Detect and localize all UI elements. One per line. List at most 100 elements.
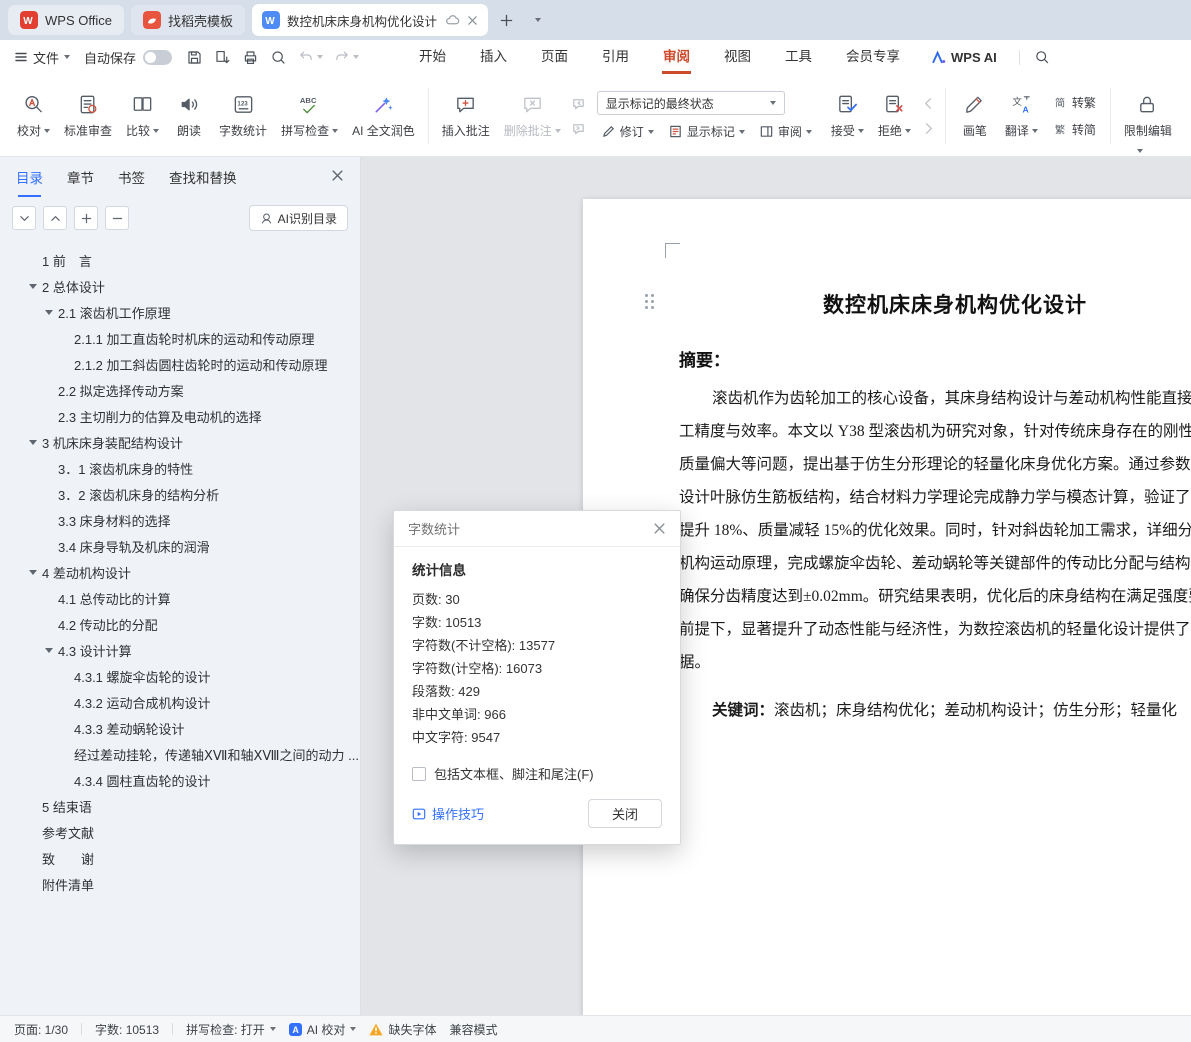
collapse-all-button[interactable] <box>43 206 67 230</box>
show-markup-button[interactable]: 显示标记 <box>664 122 749 141</box>
previous-revision-icon[interactable] <box>921 96 936 111</box>
menubar-item[interactable]: 视图 <box>707 40 768 74</box>
toc-item[interactable]: 2.1 滚齿机工作原理 <box>0 299 360 325</box>
menubar-item[interactable]: 工具 <box>768 40 829 74</box>
ai-recognize-toc-button[interactable]: AI识别目录 <box>249 205 348 231</box>
restrict-edit-button[interactable]: 限制编辑 <box>1117 80 1179 152</box>
toc-item[interactable]: 5 结束语 <box>0 793 360 819</box>
toc-item[interactable]: 4.3.4 圆柱直齿轮的设计 <box>0 767 360 793</box>
close-tab-icon[interactable] <box>467 15 478 26</box>
output-icon[interactable] <box>214 49 231 66</box>
tips-link[interactable]: 操作技巧 <box>412 804 484 823</box>
new-tab-button[interactable] <box>495 8 519 32</box>
toc-item[interactable]: 4.3.2 运动合成机构设计 <box>0 689 360 715</box>
translate-button[interactable]: 文A 翻译 <box>998 80 1045 152</box>
toc-item[interactable]: 参考文献 <box>0 819 360 845</box>
toc-item[interactable]: 2.1.1 加工直齿轮时机床的运动和传动原理 <box>0 325 360 351</box>
toc-item[interactable]: 4.3.3 差动蜗轮设计 <box>0 715 360 741</box>
spell-check-button[interactable]: ABC 拼写检查 <box>274 80 345 152</box>
word-count-button[interactable]: 123 字数统计 <box>212 80 274 152</box>
tab-docer-template[interactable]: 找稻壳模板 <box>131 5 245 35</box>
undo-control[interactable] <box>298 49 323 65</box>
menubar-item[interactable]: 引用 <box>585 40 646 74</box>
toc-item[interactable]: 2.2 拟定选择传动方案 <box>0 377 360 403</box>
missing-font-warning[interactable]: 缺失字体 <box>369 1021 436 1038</box>
toc-item[interactable]: 4.2 传动比的分配 <box>0 611 360 637</box>
close-dialog-icon[interactable] <box>653 522 666 535</box>
previous-comment-icon[interactable] <box>571 96 586 111</box>
redo-control[interactable] <box>334 49 359 65</box>
page-indicator[interactable]: 页面: 1/30 <box>14 1021 68 1038</box>
sidebar-tab-toc[interactable]: 目录 <box>16 167 43 187</box>
markup-state-select[interactable]: 显示标记的最终状态 <box>597 91 785 115</box>
menubar-item[interactable]: 开始 <box>402 40 463 74</box>
delete-comment-button[interactable]: 删除批注 <box>497 80 568 152</box>
menubar-item[interactable]: 插入 <box>463 40 524 74</box>
toc-item[interactable]: 3．2 滚齿机床身的结构分析 <box>0 481 360 507</box>
menubar-item[interactable]: 会员专享 <box>829 40 917 74</box>
proofread-button[interactable]: 校对 <box>10 80 57 152</box>
to-traditional-button[interactable]: 简 转繁 <box>1049 93 1100 112</box>
toc-item[interactable]: 4.1 总传动比的计算 <box>0 585 360 611</box>
word-count-indicator[interactable]: 字数: 10513 <box>95 1021 159 1038</box>
toc-item[interactable]: 2.3 主切削力的估算及电动机的选择 <box>0 403 360 429</box>
search-icon[interactable] <box>1034 49 1050 65</box>
toc-item[interactable]: 4 差动机构设计 <box>0 559 360 585</box>
sidebar-tab-bookmark[interactable]: 书签 <box>118 167 145 187</box>
toc-item[interactable]: 3.4 床身导轨及机床的润滑 <box>0 533 360 559</box>
toc-item[interactable]: 1 前 言 <box>0 247 360 273</box>
next-revision-icon[interactable] <box>921 121 936 136</box>
menubar-item[interactable]: 审阅 <box>646 40 707 74</box>
compare-button[interactable]: 比较 <box>119 80 166 152</box>
dialog-titlebar[interactable]: 字数统计 <box>394 511 680 547</box>
toc-item[interactable]: 致 谢 <box>0 845 360 871</box>
sidebar-tab-find-replace[interactable]: 查找和替换 <box>169 167 237 187</box>
toc-item[interactable]: 4.3.1 螺旋伞齿轮的设计 <box>0 663 360 689</box>
paragraph-drag-handle-icon[interactable] <box>645 294 648 297</box>
expand-arrow-icon[interactable] <box>24 284 42 289</box>
file-menu[interactable]: 文件 <box>0 48 70 67</box>
tab-wps-office[interactable]: W WPS Office <box>8 5 124 35</box>
print-icon[interactable] <box>242 49 259 66</box>
menubar-item[interactable]: 页面 <box>524 40 585 74</box>
reject-button[interactable]: 拒绝 <box>871 80 918 152</box>
toc-item[interactable]: 3 机床床身装配结构设计 <box>0 429 360 455</box>
toc-item[interactable]: 4.3 设计计算 <box>0 637 360 663</box>
ai-polish-button[interactable]: AI 全文润色 <box>345 80 422 152</box>
print-preview-icon[interactable] <box>270 49 287 66</box>
expand-arrow-icon[interactable] <box>24 570 42 575</box>
expand-all-button[interactable] <box>12 206 36 230</box>
spell-check-status[interactable]: 拼写检查: 打开 <box>186 1021 276 1038</box>
accept-button[interactable]: 接受 <box>824 80 871 152</box>
track-changes-button[interactable]: 修订 <box>597 122 658 141</box>
wps-ai-menu[interactable]: WPS AI <box>917 50 1011 65</box>
standard-review-button[interactable]: 标准审查 <box>57 80 119 152</box>
ai-proofread-status[interactable]: A AI 校对 <box>289 1021 357 1038</box>
expand-arrow-icon[interactable] <box>40 310 58 315</box>
toc-item[interactable]: 3.3 床身材料的选择 <box>0 507 360 533</box>
tab-list-button[interactable] <box>526 8 550 32</box>
close-dialog-button[interactable]: 关闭 <box>588 799 662 828</box>
expand-arrow-icon[interactable] <box>40 648 58 653</box>
to-simplified-button[interactable]: 繁 转简 <box>1049 120 1100 139</box>
save-icon[interactable] <box>186 49 203 66</box>
zoom-in-toc-button[interactable] <box>74 206 98 230</box>
brush-button[interactable]: 画笔 <box>952 80 998 152</box>
zoom-out-toc-button[interactable] <box>105 206 129 230</box>
insert-comment-button[interactable]: 插入批注 <box>435 80 497 152</box>
toc-item[interactable]: 经过差动挂轮，传递轴ⅩⅦ和轴ⅩⅧ之间的动力 ... <box>0 741 360 767</box>
close-sidebar-icon[interactable] <box>331 169 344 182</box>
read-aloud-button[interactable]: 朗读 <box>166 80 212 152</box>
autosave-toggle[interactable] <box>143 50 172 65</box>
toc-item[interactable]: 3．1 滚齿机床身的特性 <box>0 455 360 481</box>
include-footnotes-checkbox[interactable] <box>412 767 426 781</box>
toc-item[interactable]: 附件清单 <box>0 871 360 897</box>
toc-item[interactable]: 2.1.2 加工斜齿圆柱齿轮时的运动和传动原理 <box>0 351 360 377</box>
tab-document-active[interactable]: W 数控机床床身机构优化设计 讠 <box>252 4 488 36</box>
expand-arrow-icon[interactable] <box>24 440 42 445</box>
toc-item[interactable]: 2 总体设计 <box>0 273 360 299</box>
review-pane-button[interactable]: 审阅 <box>755 122 816 141</box>
sidebar-tab-chapter[interactable]: 章节 <box>67 167 94 187</box>
ribbon-collapse-icon[interactable] <box>1137 149 1143 153</box>
next-comment-icon[interactable] <box>571 121 586 136</box>
